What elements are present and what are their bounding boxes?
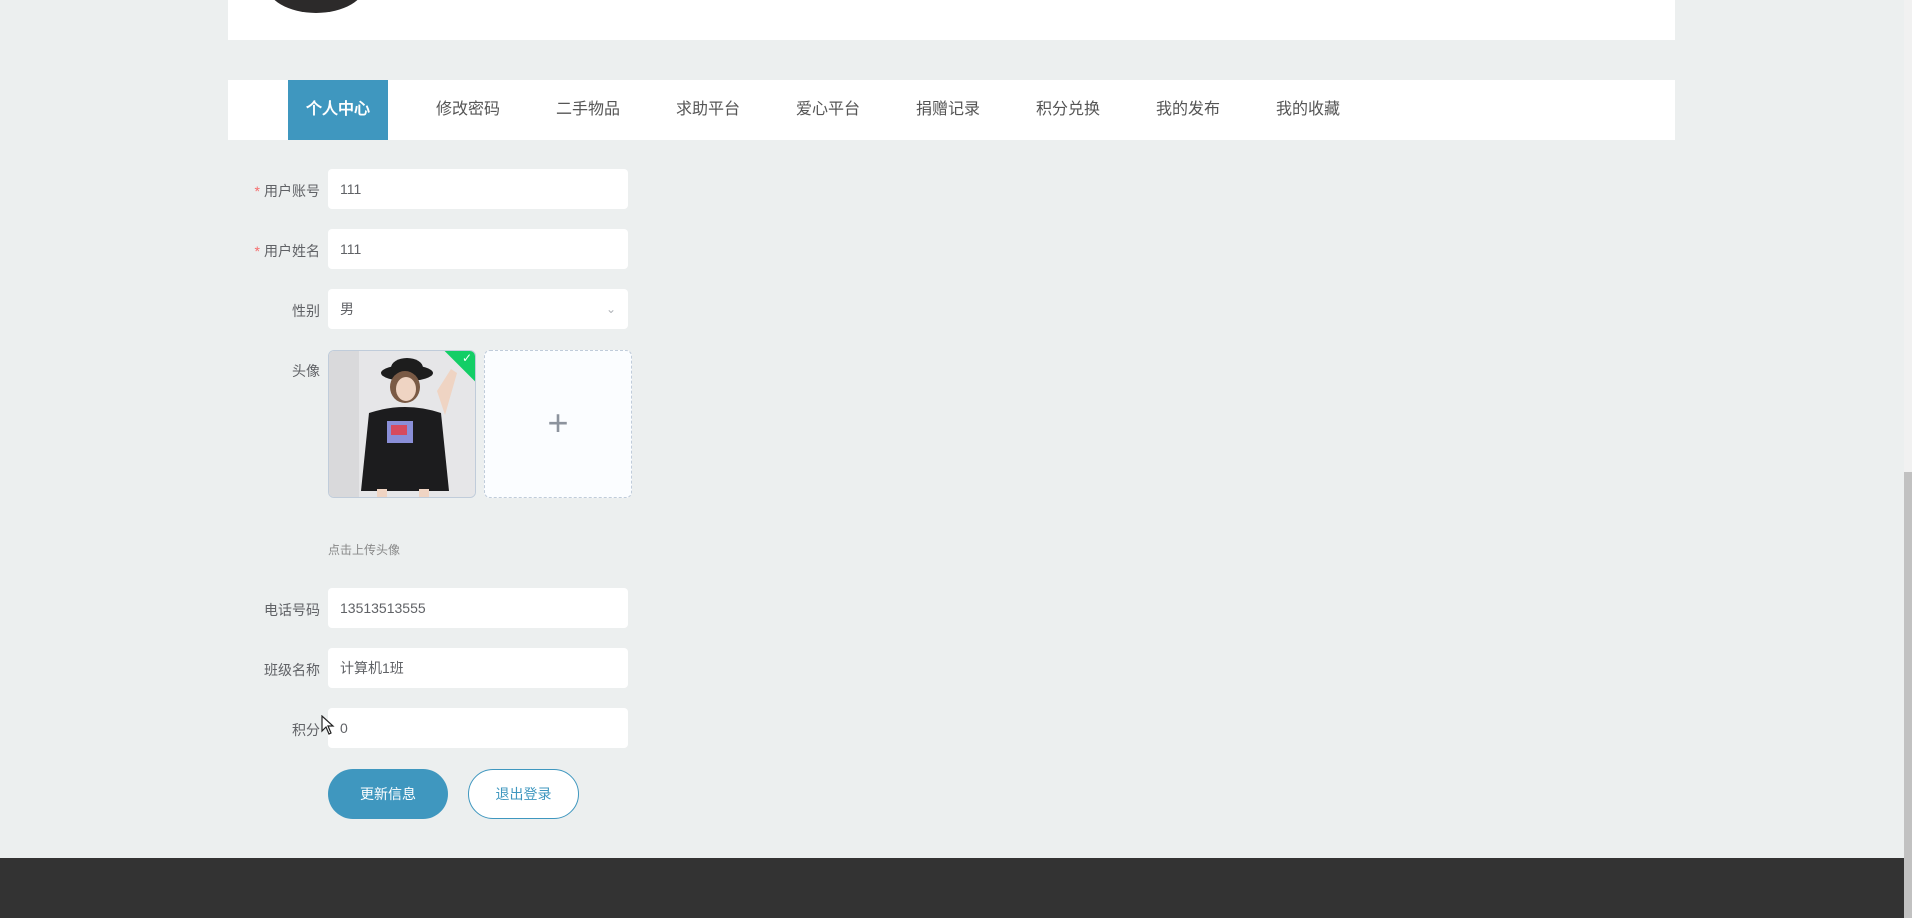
update-info-button[interactable]: 更新信息 bbox=[328, 769, 448, 819]
points-label: 积分 bbox=[292, 722, 320, 738]
avatar-photo bbox=[329, 351, 475, 497]
class-input[interactable]: 计算机1班 bbox=[328, 648, 628, 688]
profile-header-card bbox=[228, 0, 1675, 40]
tab-points-exchange[interactable]: 积分兑换 bbox=[1018, 80, 1118, 140]
gender-label: 性别 bbox=[292, 303, 320, 319]
tab-my-favorites[interactable]: 我的收藏 bbox=[1258, 80, 1358, 140]
tab-second-hand[interactable]: 二手物品 bbox=[538, 80, 638, 140]
phone-label: 电话号码 bbox=[264, 602, 320, 618]
check-icon: ✓ bbox=[461, 351, 472, 365]
phone-input[interactable]: 13513513555 bbox=[328, 588, 628, 628]
avatar-uploaded-image[interactable]: ✓ bbox=[328, 350, 476, 498]
gender-value: 男 bbox=[340, 301, 354, 317]
class-label: 班级名称 bbox=[264, 662, 320, 678]
name-input[interactable]: 111 bbox=[328, 229, 628, 269]
vertical-scrollbar[interactable] bbox=[1904, 0, 1912, 918]
tab-change-password[interactable]: 修改密码 bbox=[418, 80, 518, 140]
mouse-cursor-icon bbox=[321, 715, 335, 735]
plus-icon: + bbox=[547, 402, 569, 443]
account-input[interactable]: 111 bbox=[328, 169, 628, 209]
avatar-label: 头像 bbox=[292, 363, 320, 379]
page-footer bbox=[0, 858, 1904, 918]
logout-button[interactable]: 退出登录 bbox=[468, 769, 579, 819]
profile-nav-tabs: 个人中心 修改密码 二手物品 求助平台 爱心平台 捐赠记录 积分兑换 我的发布 … bbox=[228, 80, 1675, 140]
scrollbar-thumb[interactable] bbox=[1904, 472, 1912, 918]
tab-help-platform[interactable]: 求助平台 bbox=[658, 80, 758, 140]
tab-donation-records[interactable]: 捐赠记录 bbox=[898, 80, 998, 140]
name-label-text: 用户姓名 bbox=[264, 243, 320, 259]
profile-avatar bbox=[266, 0, 366, 13]
upload-hint: 点击上传头像 bbox=[328, 543, 401, 557]
name-label: * 用户姓名 bbox=[220, 241, 320, 261]
tab-my-posts[interactable]: 我的发布 bbox=[1138, 80, 1238, 140]
chevron-down-icon: ⌄ bbox=[605, 302, 616, 316]
account-label-text: 用户账号 bbox=[264, 183, 320, 199]
required-mark: * bbox=[254, 243, 260, 259]
required-mark: * bbox=[254, 183, 260, 199]
account-label: * 用户账号 bbox=[220, 181, 320, 201]
tab-charity-platform[interactable]: 爱心平台 bbox=[778, 80, 878, 140]
tab-personal-center[interactable]: 个人中心 bbox=[288, 80, 388, 140]
points-input[interactable]: 0 bbox=[328, 708, 628, 748]
upload-add-button[interactable]: + bbox=[484, 350, 632, 498]
gender-select[interactable]: 男 ⌄ bbox=[328, 289, 628, 329]
